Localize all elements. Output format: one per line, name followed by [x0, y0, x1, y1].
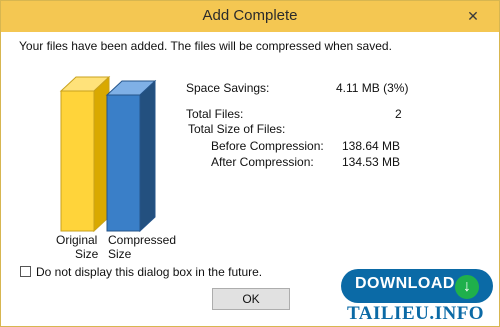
original-size-label: Original Size: [56, 233, 98, 261]
site-name-text: TAILIEU.INFO: [347, 303, 485, 324]
after-compression-value: 134.53 MB: [342, 155, 401, 169]
space-savings-value: 4.11 MB (3%): [336, 81, 409, 95]
original-size-label-line1: Original: [56, 233, 98, 247]
dont-show-again-label[interactable]: Do not display this dialog box in the fu…: [36, 265, 262, 279]
total-files-label: Total Files:: [186, 107, 244, 121]
compression-chart: [59, 75, 157, 233]
compressed-size-bar-front: [106, 94, 141, 232]
download-badge: DOWNLOAD ↓: [341, 269, 493, 303]
compressed-size-label-line1: Compressed: [108, 233, 177, 247]
before-compression-value: 138.64 MB: [342, 139, 401, 153]
dont-show-again-checkbox[interactable]: [20, 266, 31, 277]
compressed-size-label: Compressed Size: [108, 233, 176, 261]
compressed-size-bar-side: [139, 79, 156, 233]
status-message: Your files have been added. The files wi…: [19, 39, 392, 53]
title-bar: Add Complete ✕: [1, 1, 499, 32]
after-compression-label: After Compression:: [211, 155, 314, 169]
download-arrow-icon: ↓: [455, 275, 479, 299]
download-text: DOWNLOAD: [355, 275, 455, 292]
compressed-size-label-line2: Size: [108, 247, 132, 261]
before-compression-label: Before Compression:: [211, 139, 324, 153]
total-files-value: 2: [395, 107, 402, 121]
original-size-bar-front: [60, 90, 95, 232]
download-watermark: DOWNLOAD ↓ TAILIEU.INFO: [337, 265, 499, 326]
close-icon[interactable]: ✕: [461, 5, 485, 27]
original-size-label-line2: Size: [75, 247, 99, 261]
space-savings-label: Space Savings:: [186, 81, 270, 95]
add-complete-dialog: Add Complete ✕ Your files have been adde…: [0, 0, 500, 327]
ok-button[interactable]: OK: [212, 288, 290, 310]
total-size-label: Total Size of Files:: [188, 122, 286, 136]
dialog-title: Add Complete: [202, 7, 298, 24]
original-size-bar: [59, 75, 111, 233]
compressed-size-bar: [105, 79, 157, 233]
